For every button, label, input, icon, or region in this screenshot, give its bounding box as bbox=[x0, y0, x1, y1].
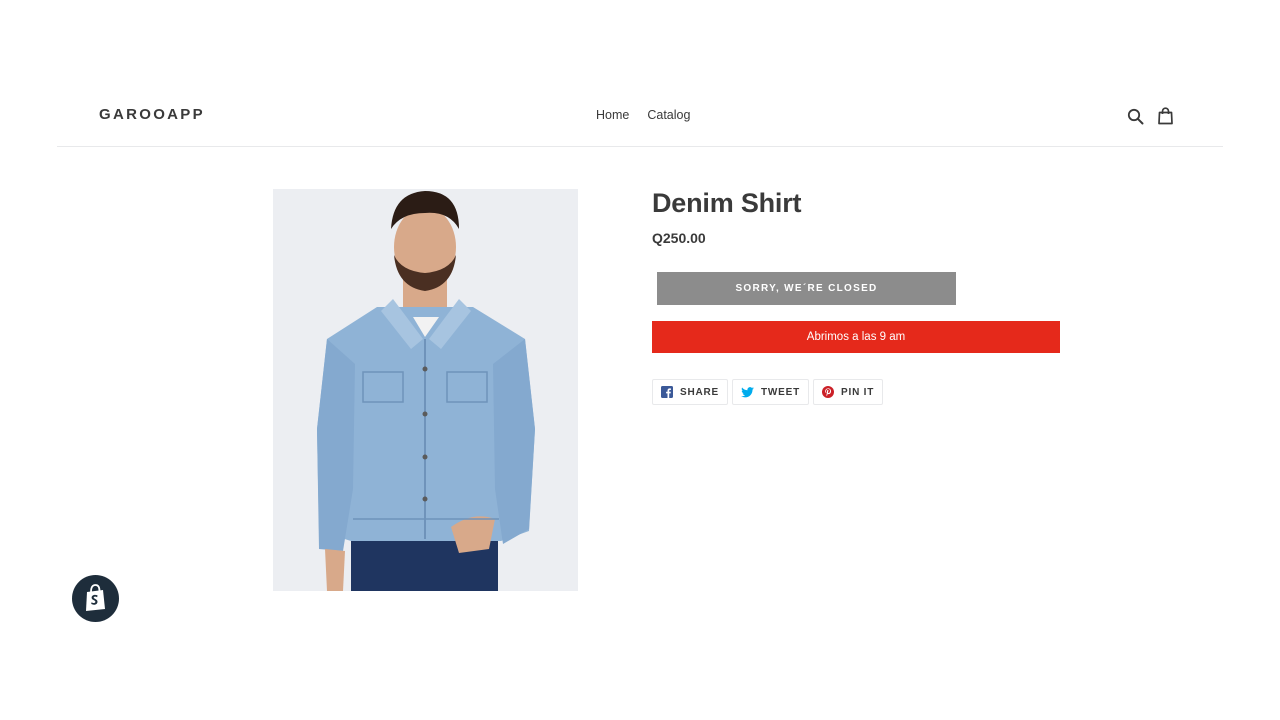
product-title: Denim Shirt bbox=[652, 188, 802, 218]
pin-label: PIN IT bbox=[841, 386, 875, 398]
facebook-icon bbox=[661, 386, 673, 398]
search-icon[interactable] bbox=[1127, 108, 1144, 125]
twitter-share-button[interactable]: TWEET bbox=[732, 379, 810, 405]
facebook-share-button[interactable]: SHARE bbox=[652, 379, 729, 405]
denim-jacket-model-photo bbox=[273, 189, 578, 591]
pinterest-share-button[interactable]: PIN IT bbox=[813, 379, 884, 405]
opening-hours-notice: Abrimos a las 9 am bbox=[652, 321, 1060, 353]
tweet-label: TWEET bbox=[761, 386, 801, 398]
nav-link-catalog[interactable]: Catalog bbox=[647, 108, 690, 122]
product-image bbox=[273, 189, 578, 591]
pinterest-icon bbox=[822, 386, 835, 398]
nav-link-home[interactable]: Home bbox=[596, 108, 629, 122]
cart-icon[interactable] bbox=[1157, 107, 1174, 125]
twitter-icon bbox=[741, 386, 755, 397]
shopify-badge[interactable] bbox=[72, 575, 119, 622]
site-header: GAROOAPP Home Catalog bbox=[57, 88, 1223, 147]
shopify-bag-icon bbox=[86, 584, 105, 611]
share-label: SHARE bbox=[680, 386, 720, 398]
sold-out-button[interactable]: SORRY, WE´RE CLOSED bbox=[657, 272, 956, 305]
product-price: Q250.00 bbox=[652, 230, 706, 246]
store-logo[interactable]: GAROOAPP bbox=[99, 106, 205, 123]
social-sharing: SHARE TWEET PIN IT bbox=[652, 379, 884, 405]
main-nav: Home Catalog bbox=[596, 108, 690, 122]
